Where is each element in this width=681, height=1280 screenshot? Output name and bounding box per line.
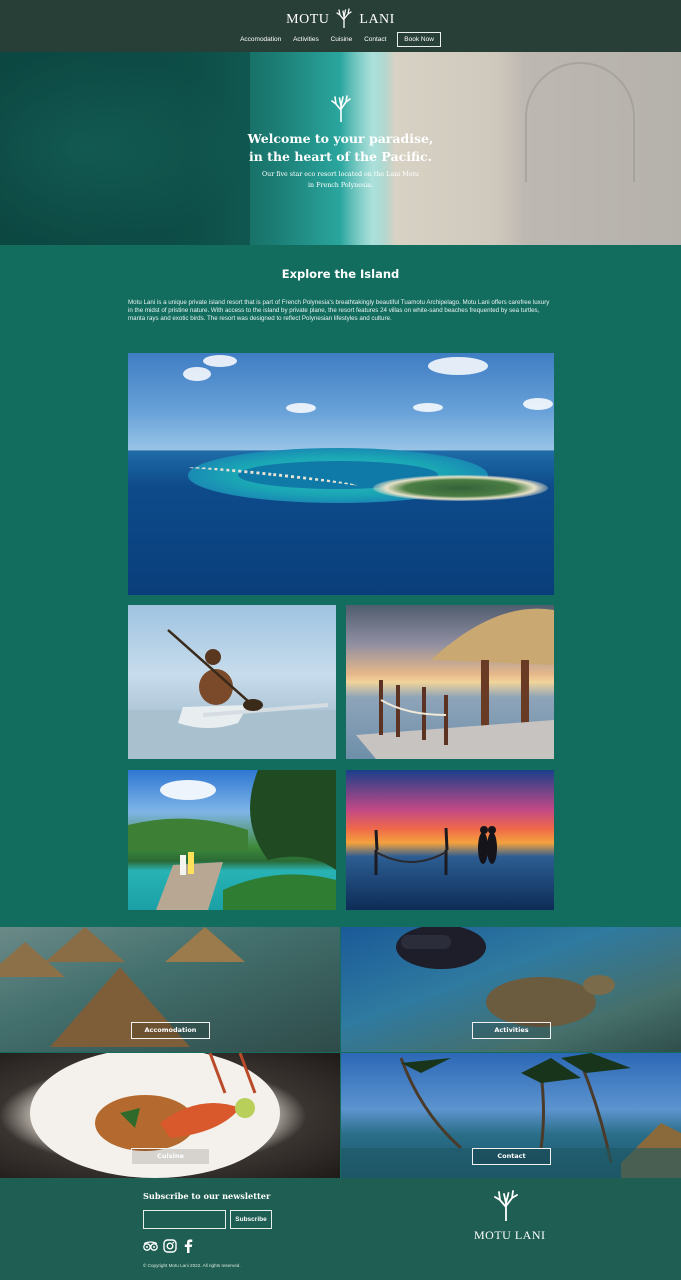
sunset-hammock-photo — [346, 770, 554, 910]
canoe-illustration — [128, 629, 336, 759]
brand-right: LANI — [359, 12, 395, 27]
site-header: MOTU LANI Accomodation Activities Cuisin… — [0, 0, 681, 52]
hut-roof — [165, 927, 245, 962]
facebook-icon[interactable] — [183, 1239, 193, 1253]
activities-tile[interactable]: Activities — [341, 927, 681, 1052]
sunset-illustration — [374, 826, 497, 875]
cloud — [183, 367, 211, 381]
cloud — [203, 355, 237, 367]
coral-logo-icon — [494, 1190, 518, 1222]
newsletter-email-input[interactable] — [143, 1210, 226, 1229]
nav-accomodation[interactable]: Accomodation — [240, 36, 281, 43]
book-now-button[interactable]: Book Now — [397, 32, 441, 47]
island — [373, 475, 548, 501]
nav-activities[interactable]: Activities — [293, 36, 319, 43]
contact-tile[interactable]: Contact — [341, 1053, 681, 1178]
explore-description: Motu Lani is a unique private island res… — [128, 299, 550, 323]
cloud — [413, 403, 443, 412]
hero-sub-line2: in French Polynesia. — [308, 181, 373, 189]
cloud — [523, 398, 553, 410]
nav-contact[interactable]: Contact — [364, 36, 386, 43]
hero-subtitle: Our five star eco resort located on the … — [0, 170, 681, 191]
instagram-icon[interactable] — [163, 1239, 177, 1253]
boardwalk-photo — [128, 770, 336, 910]
site-footer: Subscribe to our newsletter Subscribe © … — [0, 1178, 681, 1280]
hero-title-line1: Welcome to your paradise, — [247, 131, 434, 146]
tripadvisor-icon[interactable] — [143, 1239, 158, 1253]
subscribe-button[interactable]: Subscribe — [230, 1210, 272, 1229]
footer-brand-name: MOTU LANI — [474, 1228, 546, 1242]
coral-logo-icon — [336, 8, 353, 28]
overwater-deck-photo — [346, 605, 554, 759]
contact-button[interactable]: Contact — [472, 1148, 551, 1165]
footer-logo: MOTU LANI — [474, 1189, 546, 1243]
accomodation-button[interactable]: Accomodation — [131, 1022, 210, 1039]
brand-left: MOTU — [286, 12, 330, 27]
newsletter-title: Subscribe to our newsletter — [143, 1191, 271, 1201]
hero-title: Welcome to your paradise, in the heart o… — [0, 130, 681, 166]
canoe-photo — [128, 605, 336, 759]
cuisine-button[interactable]: Cuisine — [131, 1148, 210, 1165]
explore-heading: Explore the Island — [281, 267, 400, 281]
site-logo[interactable]: MOTU LANI — [0, 8, 681, 28]
activities-button[interactable]: Activities — [472, 1022, 551, 1039]
boardwalk-illustration — [128, 770, 336, 910]
main-nav: Accomodation Activities Cuisine Contact … — [0, 32, 681, 47]
island-aerial-photo — [128, 353, 554, 595]
accomodation-tile[interactable]: Accomodation — [0, 927, 340, 1052]
cloud — [428, 357, 488, 375]
hero-title-line2: in the heart of the Pacific. — [248, 149, 432, 164]
hero-coral-icon — [331, 95, 351, 122]
cloud — [286, 403, 316, 413]
hero-sub-line1: Our five star eco resort located on the … — [262, 171, 419, 178]
cuisine-tile[interactable]: Cuisine — [0, 1053, 340, 1178]
copyright-text: © Copyright Motu Lani 2022. All rights r… — [143, 1263, 241, 1268]
deck-illustration — [356, 608, 554, 759]
nav-cuisine[interactable]: Cuisine — [331, 36, 353, 43]
